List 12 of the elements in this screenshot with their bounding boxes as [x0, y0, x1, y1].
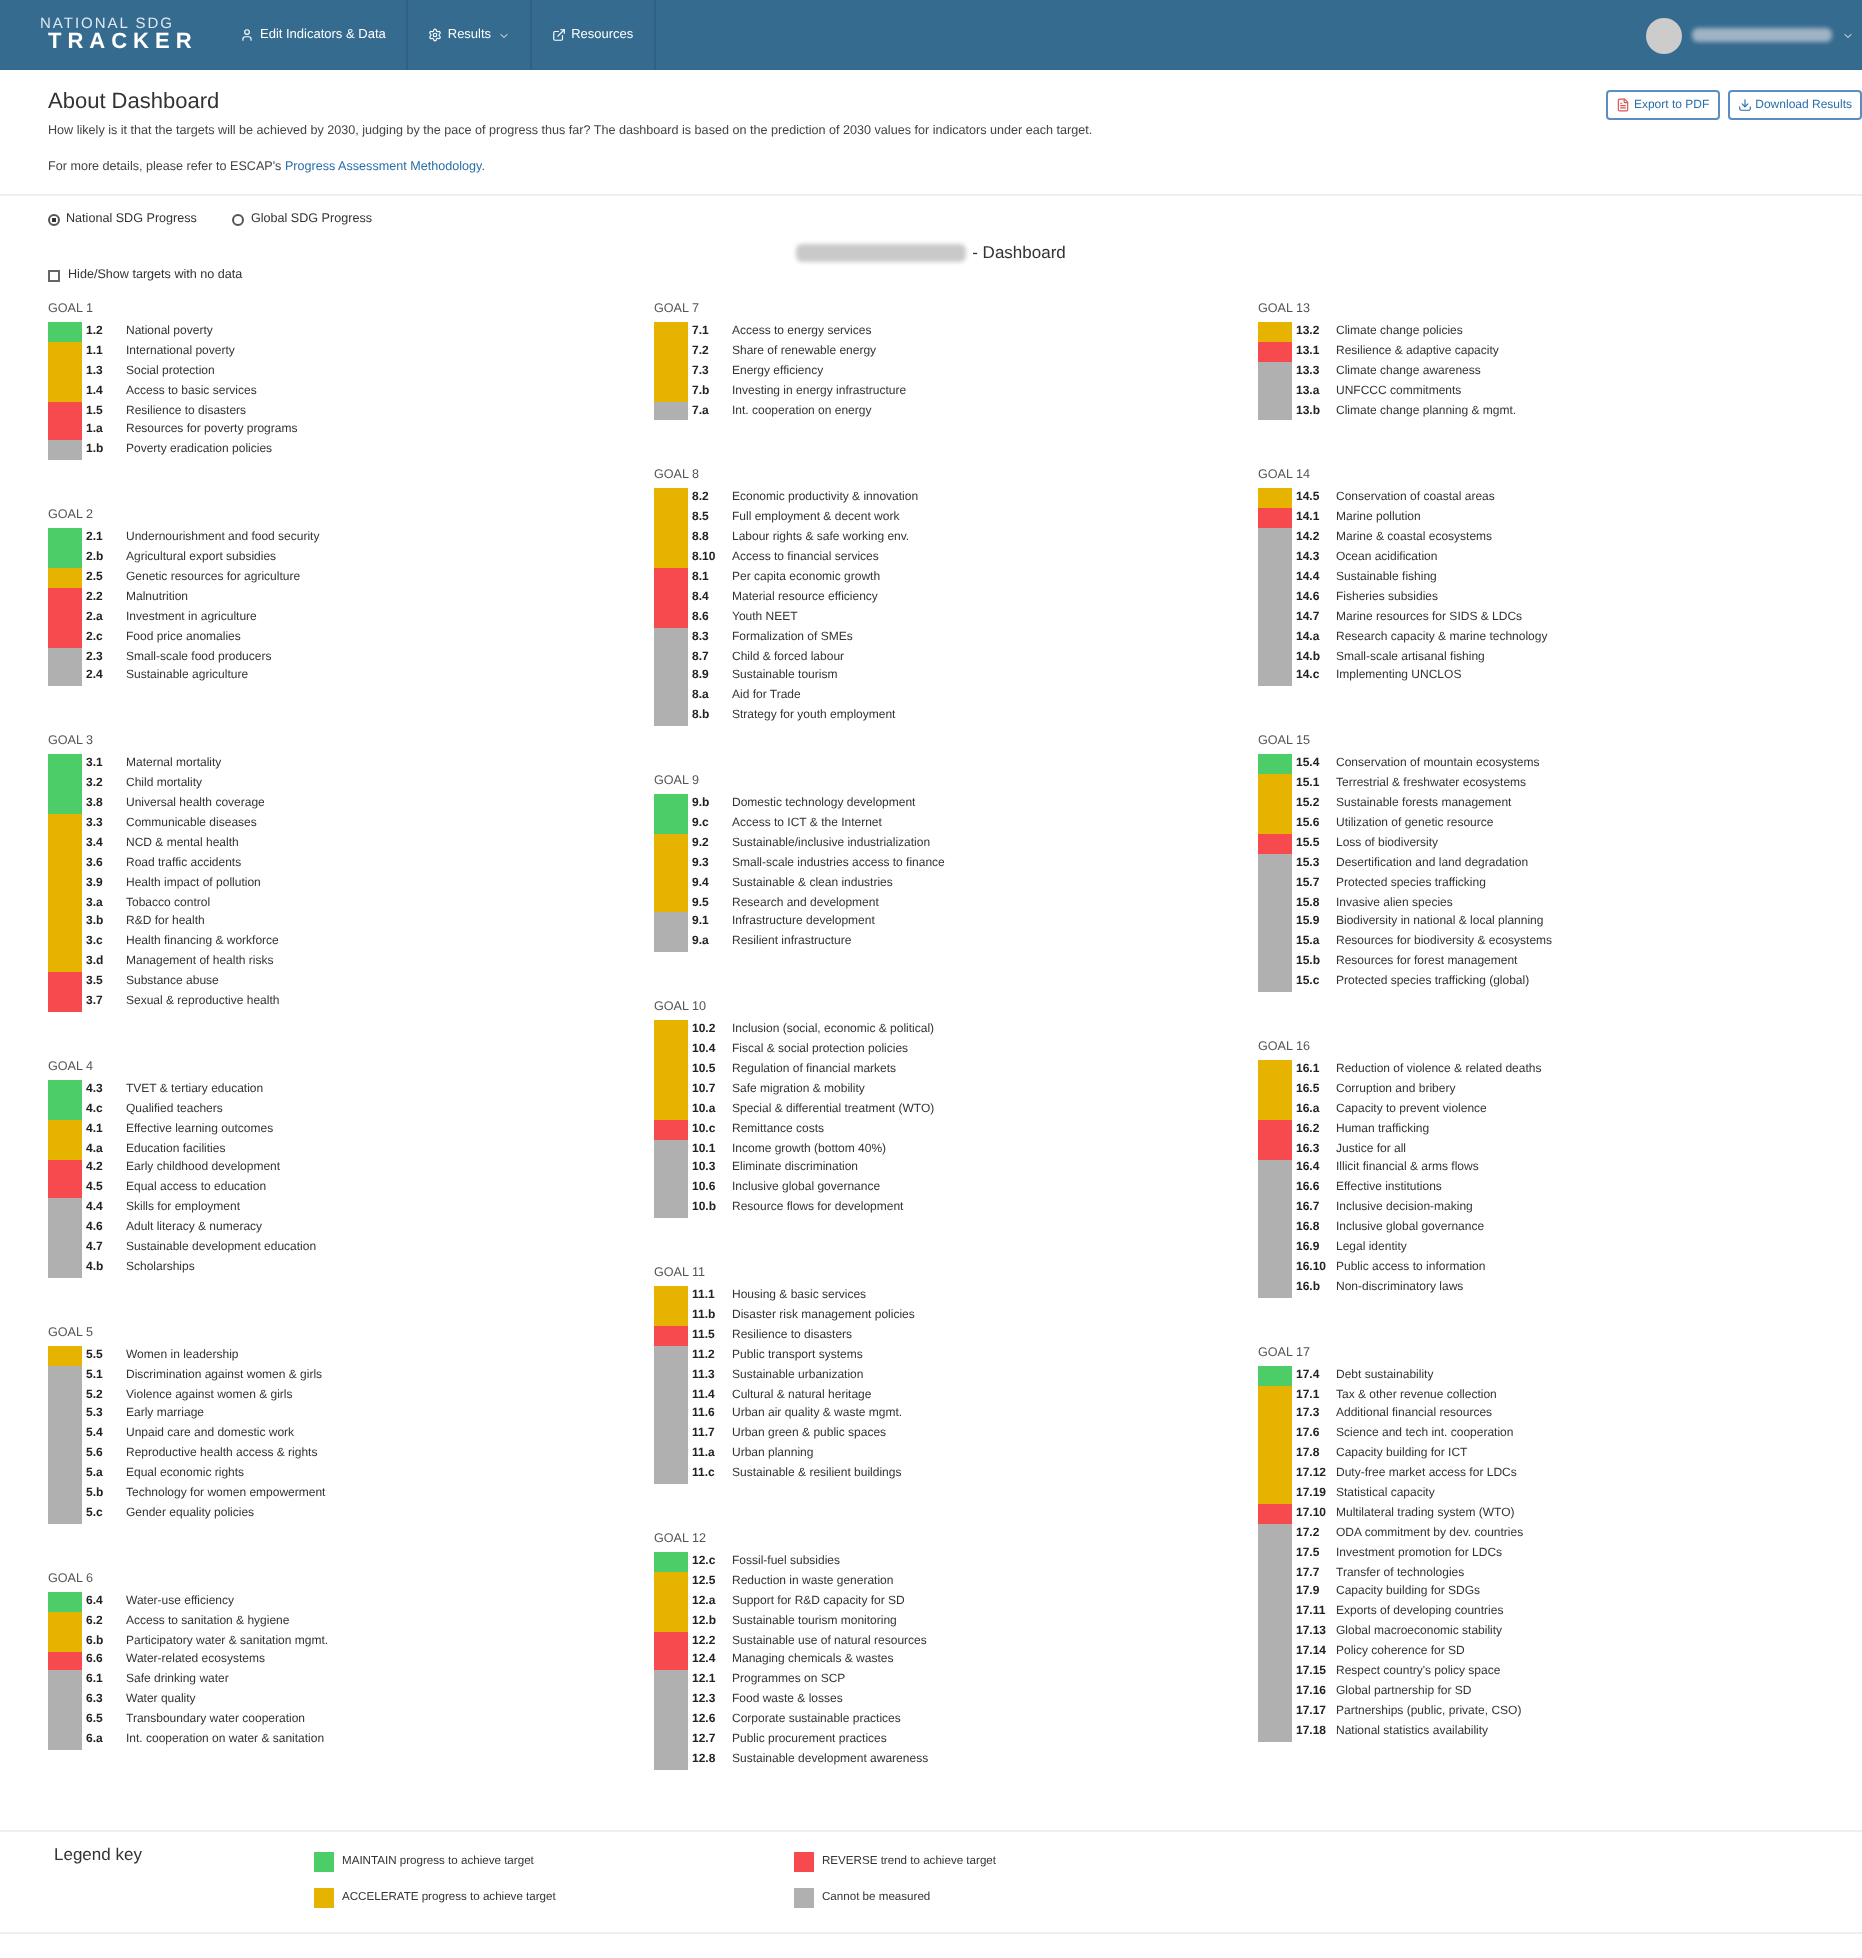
- download-icon: [1737, 98, 1752, 112]
- avatar[interactable]: [1646, 17, 1682, 53]
- logo-text: TRACKER: [48, 31, 200, 54]
- pdf-icon: [1615, 98, 1630, 112]
- external-link-icon: [551, 28, 566, 42]
- dashboard-title: - Dashboard: [972, 242, 1066, 262]
- settings-icon: [427, 28, 442, 42]
- page-title: About Dashboard: [48, 90, 222, 114]
- legend-title: Legend key: [54, 1844, 144, 1868]
- caret-icon[interactable]: [1842, 29, 1854, 41]
- blurred-text: [1692, 28, 1832, 42]
- user-icon: [240, 28, 254, 42]
